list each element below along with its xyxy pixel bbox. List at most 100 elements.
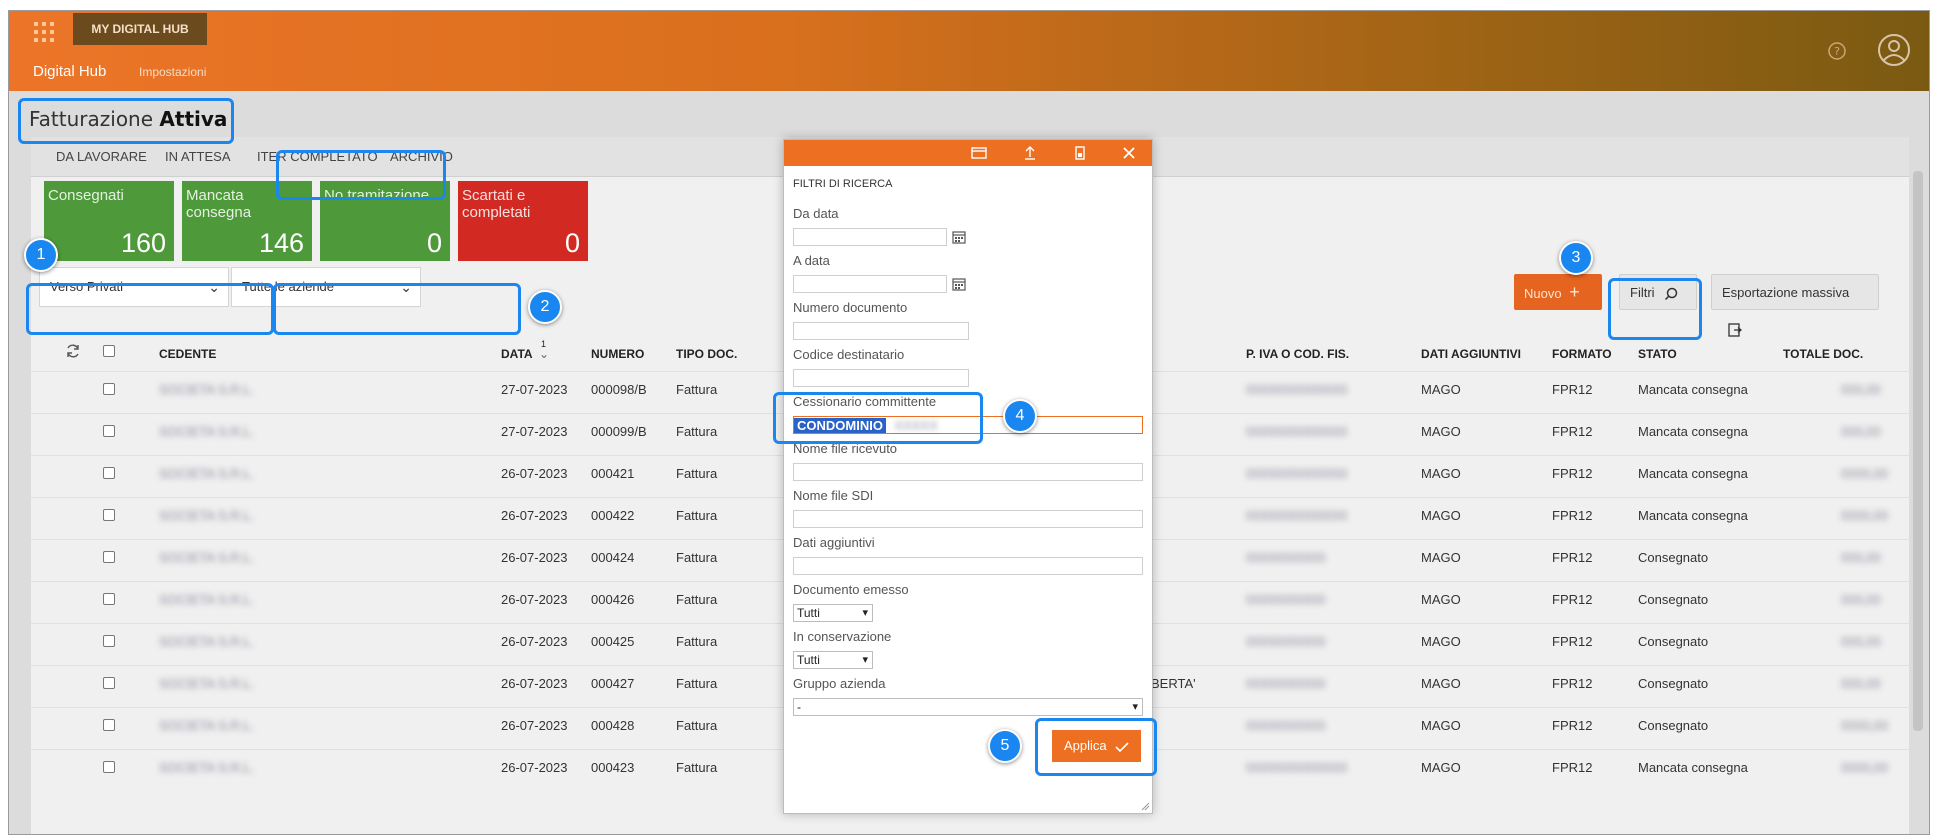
label-dati-aggiuntivi: Dati aggiuntivi [793,535,875,550]
documento-emesso-select[interactable]: Tutti ▾ [793,604,873,622]
col-tipo-doc[interactable]: TIPO DOC. [676,347,737,361]
row-checkbox[interactable] [103,761,115,773]
row-checkbox[interactable] [103,509,115,521]
plus-icon: + [1569,282,1580,302]
row-checkbox[interactable] [103,635,115,647]
cell-formato: FPR12 [1552,466,1593,481]
stat-scartati-completati[interactable]: Scartati e completati 0 [458,181,588,261]
upload-icon[interactable] [1021,144,1039,162]
nav-impostazioni[interactable]: Impostazioni [139,65,206,79]
chevron-down-icon: ▾ [1132,701,1138,713]
cell-stato: Consegnato [1638,592,1709,607]
row-checkbox[interactable] [103,593,115,605]
cell-dati: MAGO [1421,676,1461,691]
step-badge-2: 2 [528,290,562,324]
cell-formato: FPR12 [1552,424,1593,439]
user-avatar-icon[interactable] [1877,33,1911,67]
row-checkbox[interactable] [103,719,115,731]
label-a-data: A data [793,253,830,268]
label-gruppo-azienda: Gruppo azienda [793,676,886,691]
chevron-down-icon: ▾ [862,607,868,619]
row-checkbox[interactable] [103,551,115,563]
tab-da-lavorare[interactable]: DA LAVORARE [56,149,147,164]
vertical-scrollbar[interactable] [1913,171,1923,731]
label-codice-destinatario: Codice destinatario [793,347,905,362]
close-icon[interactable] [1120,144,1138,162]
filter-dialog: FILTRI DI RICERCA Da data A data Numero … [783,139,1153,814]
label-numero-documento: Numero documento [793,300,908,315]
col-cedente[interactable]: CEDENTE [159,347,216,361]
cell-formato: FPR12 [1552,634,1593,649]
da-data-input[interactable] [793,228,947,246]
row-checkbox[interactable] [103,467,115,479]
dialog-header [784,140,1152,166]
cell-cedente: SOCIETA S.R.L. [159,634,255,649]
documento-emesso-value: Tutti [797,606,820,620]
highlight-tab-iter-completato [276,150,446,200]
stat-consegnati[interactable]: Consegnati 160 [44,181,174,261]
cell-stato: Consegnato [1638,718,1709,733]
a-data-input[interactable] [793,275,947,293]
cell-numero: 000424 [591,550,635,565]
nome-file-sdi-input[interactable] [793,510,1143,528]
nome-file-ricevuto-input[interactable] [793,463,1143,481]
save-icon[interactable] [1071,144,1089,162]
select-all-checkbox[interactable] [103,345,115,357]
gruppo-azienda-select[interactable]: - ▾ [793,698,1143,716]
window-icon[interactable] [970,144,988,162]
col-totale-doc[interactable]: TOTALE DOC. [1783,347,1863,361]
dati-aggiuntivi-input[interactable] [793,557,1143,575]
col-formato[interactable]: FORMATO [1552,347,1612,361]
cell-cedente: SOCIETA S.R.L. [159,550,255,565]
tab-in-attesa[interactable]: IN ATTESA [165,149,231,164]
col-data[interactable]: DATA [501,347,533,361]
highlight-page-title [18,98,234,144]
col-dati-aggiuntivi[interactable]: DATI AGGIUNTIVI [1421,347,1521,361]
highlight-filtri-button [1608,278,1702,340]
cell-totale: 000,00 [1841,676,1881,691]
cell-totale: 000,00 [1841,634,1881,649]
nuovo-button[interactable]: Nuovo + [1514,274,1602,310]
calendar-icon[interactable] [952,230,966,244]
in-conservazione-select[interactable]: Tutti ▾ [793,651,873,669]
refresh-icon[interactable] [65,343,81,359]
col-stato[interactable]: STATO [1638,347,1677,361]
stat-value: 160 [120,228,166,258]
cell-data: 27-07-2023 [501,424,568,439]
cell-stato: Consegnato [1638,634,1709,649]
numero-documento-input[interactable] [793,322,969,340]
cell-numero: 000425 [591,634,635,649]
resize-handle-icon[interactable] [1140,801,1150,811]
row-checkbox[interactable] [103,383,115,395]
apps-grid-icon[interactable] [31,19,57,45]
row-checkbox[interactable] [103,677,115,689]
sort-desc-icon[interactable]: ⌄ [539,347,549,361]
help-icon[interactable]: ? [1827,41,1847,61]
export-button[interactable]: Esportazione massiva [1711,274,1879,337]
cell-cedente: SOCIETA S.R.L. [159,592,255,607]
col-piva[interactable]: P. IVA O COD. FIS. [1246,347,1349,361]
cell-tipo: Fattura [676,718,718,733]
nav-digital-hub[interactable]: Digital Hub [33,63,106,80]
stat-value: 0 [564,228,580,258]
cell-totale: 0000,00 [1841,466,1888,481]
cell-stato: Mancata consegna [1638,382,1748,397]
cell-stato: Consegnato [1638,550,1709,565]
row-checkbox[interactable] [103,425,115,437]
cell-piva: 00000000000 [1246,592,1326,607]
brand-label[interactable]: MY DIGITAL HUB [73,13,207,45]
col-numero[interactable]: NUMERO [591,347,644,361]
cell-formato: FPR12 [1552,550,1593,565]
cell-piva: 00000000000 [1246,550,1326,565]
calendar-icon[interactable] [952,277,966,291]
codice-destinatario-input[interactable] [793,369,969,387]
cell-dati: MAGO [1421,424,1461,439]
step-badge-3: 3 [1559,241,1593,275]
cell-cedente: SOCIETA S.R.L. [159,424,255,439]
cell-cedente: SOCIETA S.R.L. [159,382,255,397]
label-da-data: Da data [793,206,839,221]
cell-piva: 00000000000000 [1246,466,1348,481]
stat-label: Consegnati [48,187,124,204]
highlight-verso-select [26,283,274,335]
dialog-title: FILTRI DI RICERCA [793,178,893,190]
